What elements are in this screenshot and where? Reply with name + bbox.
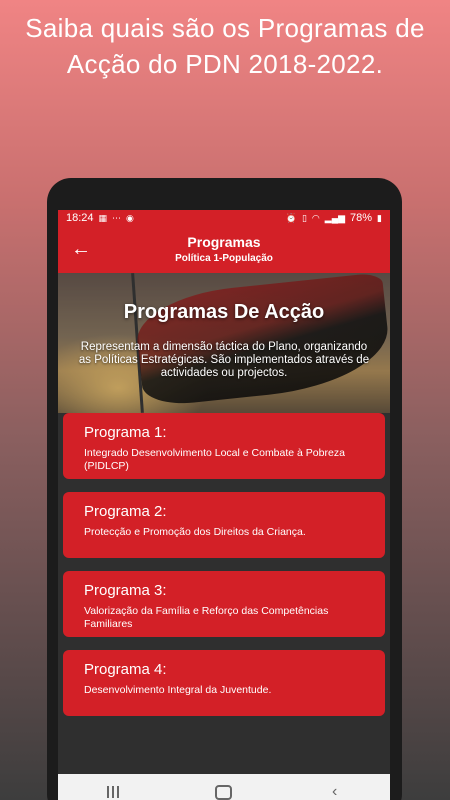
program-card[interactable]: Programa 3: Valorização da Família e Ref… [63,571,385,637]
program-description: Protecção e Promoção dos Direitos da Cri… [84,526,306,538]
program-title: Programa 3: [84,582,167,599]
program-description: Desenvolvimento Integral da Juventude. [84,684,272,696]
dots-icon: ⋯ [112,212,122,223]
alarm-icon: ⏰ [285,212,297,223]
hero-title: Programas De Acção [123,301,325,323]
app-bar: ← Programas Política 1-População [58,226,390,273]
phone-screen: 18:24 ▦ ⋯ ◉ ⏰ ▯ ◠ ▂▄▆ 78% ▮ ← Programas … [58,210,390,800]
promo-title: Saiba quais são os Programas de Acção do… [0,10,450,82]
program-title: Programa 2: [84,503,167,520]
hero-banner: Programas De Acção Representam a dimensã… [58,273,390,413]
grid-icon: ▦ [98,212,108,223]
program-description: Valorização da Família e Reforço das Com… [84,605,329,630]
program-list: Programa 1: Integrado Desenvolvimento Lo… [58,413,390,716]
app-icon: ◉ [126,212,134,223]
recents-icon [107,786,120,798]
program-card[interactable]: Programa 4: Desenvolvimento Integral da … [63,650,385,716]
program-title: Programa 4: [84,661,167,678]
hero-description: Representam a dimensão táctica do Plano,… [78,341,370,379]
promo-title-line1: Saiba quais são os Programas de [25,13,425,43]
recents-button[interactable] [93,777,133,800]
home-button[interactable] [204,777,244,800]
battery-level: 78% [350,212,373,224]
page-subtitle: Política 1-População [175,253,273,264]
clock: 18:24 [66,212,94,224]
program-title: Programa 1: [84,424,167,441]
program-card[interactable]: Programa 2: Protecção e Promoção dos Dir… [63,492,385,558]
promo-title-line2: Acção do PDN 2018-2022. [66,49,384,79]
chevron-left-icon: ‹ [331,783,338,800]
system-back-button[interactable]: ‹ [315,777,355,800]
signal-icon: ▂▄▆ [324,212,346,223]
home-icon [215,784,233,800]
wifi-icon: ◠ [311,212,320,223]
page-title: Programas [187,234,261,250]
vibrate-icon: ▯ [301,212,307,223]
program-card[interactable]: Programa 1: Integrado Desenvolvimento Lo… [63,413,385,479]
system-navigation-bar: ‹ [58,774,390,800]
status-bar: 18:24 ▦ ⋯ ◉ ⏰ ▯ ◠ ▂▄▆ 78% ▮ [58,210,390,226]
program-description: Integrado Desenvolvimento Local e Combat… [84,447,345,472]
battery-icon: ▮ [377,212,382,223]
